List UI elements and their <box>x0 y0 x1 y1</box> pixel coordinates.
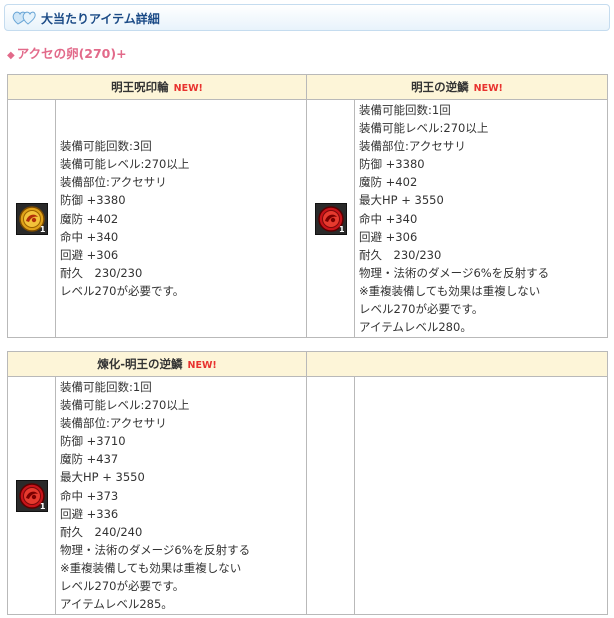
stat-line: 防御 +3710 <box>60 434 126 449</box>
stat-line: 最大HP + 3550 <box>359 193 444 208</box>
stat-line: 回避 +306 <box>359 229 418 244</box>
stat-line: アイテムレベル285。 <box>60 597 173 612</box>
diamond-marker: ◆ <box>7 50 15 61</box>
gold-medallion-icon[interactable]: 1 <box>15 202 48 235</box>
stat-line: 回避 +306 <box>60 247 119 262</box>
stat-line: 命中 +340 <box>60 229 119 244</box>
stat-line: 防御 +3380 <box>359 157 425 172</box>
item-icon-cell: 1 <box>7 375 56 616</box>
stat-line: 魔防 +402 <box>359 175 418 190</box>
stat-line: 回避 +336 <box>60 506 119 521</box>
stat-line: 命中 +373 <box>60 488 119 503</box>
item-stats: 装備可能回数:1回 装備可能レベル:270以上 装備部位:アクセサリ 防御 +3… <box>354 98 609 339</box>
item-stats: 装備可能回数:3回 装備可能レベル:270以上 装備部位:アクセサリ 防御 +3… <box>54 98 308 339</box>
stat-line: 装備可能回数:1回 <box>359 103 451 117</box>
hearts-icon <box>12 11 36 25</box>
item-table-2: 煉化-明王の逆鱗 NEW! 1 装備可能回数:1回 装備可能レベル:270以上 装… <box>6 351 609 616</box>
new-badge: NEW! <box>173 83 203 94</box>
empty-icon-cell <box>306 375 356 616</box>
item-name-header: 煉化-明王の逆鱗 NEW! <box>6 351 308 377</box>
stat-line: 防御 +3380 <box>60 193 126 208</box>
item-name-header: 明王呪印輪 NEW! <box>6 74 308 100</box>
stat-line: 魔防 +402 <box>60 211 119 226</box>
item-stats: 装備可能回数:1回 装備可能レベル:270以上 装備部位:アクセサリ 防御 +3… <box>54 375 308 616</box>
stat-line: アイテムレベル280。 <box>359 320 472 335</box>
stat-line: 耐久 240/240 <box>60 524 143 539</box>
stat-line: 装備可能レベル:270以上 <box>60 398 190 413</box>
stat-line: 物理・法術のダメージ6%を反射する <box>60 542 251 557</box>
stat-line: 装備可能回数:3回 <box>60 139 152 154</box>
item-table-1: 明王呪印輪 NEW! 明王の逆鱗 NEW! 1 装備可能回数:3回 装備可能レベル:… <box>6 74 609 339</box>
section-header: 大当たりアイテム詳細 <box>4 4 610 31</box>
stat-line: 耐久 230/230 <box>60 265 143 280</box>
stat-line: 装備可能回数:1回 <box>60 380 152 394</box>
item-icon-cell: 1 <box>7 98 56 339</box>
item-count: 1 <box>39 501 46 511</box>
stat-line: 命中 +340 <box>359 211 418 226</box>
item-category-title: ◆ アクセの卵(270)+ <box>7 43 127 62</box>
stat-line: 装備部位:アクセサリ <box>60 416 167 431</box>
stat-line: 装備可能レベル:270以上 <box>60 157 190 172</box>
stat-line: レベル270が必要です。 <box>60 579 185 594</box>
red-medallion-icon[interactable]: 1 <box>314 202 347 235</box>
stat-line: レベル270が必要です。 <box>359 302 484 317</box>
new-badge: NEW! <box>187 360 217 371</box>
stat-line: 装備部位:アクセサリ <box>359 139 466 154</box>
item-name: 明王の逆鱗 <box>411 80 469 94</box>
stat-line: 装備部位:アクセサリ <box>60 175 167 190</box>
item-name: 煉化-明王の逆鱗 <box>97 357 183 371</box>
section-title: 大当たりアイテム詳細 <box>41 12 160 26</box>
stat-line: 魔防 +437 <box>60 452 119 467</box>
stat-line: 物理・法術のダメージ6%を反射する <box>359 265 550 280</box>
empty-stats-cell <box>354 375 609 616</box>
empty-name-header <box>306 351 609 377</box>
stat-line: ※重複装備しても効果は重複しない <box>359 283 541 298</box>
item-icon-cell: 1 <box>306 98 356 339</box>
stat-line: 最大HP + 3550 <box>60 470 145 485</box>
stat-line: 耐久 230/230 <box>359 247 442 262</box>
item-name-header: 明王の逆鱗 NEW! <box>306 74 609 100</box>
red-medallion-icon[interactable]: 1 <box>15 479 48 512</box>
item-count: 1 <box>39 224 46 234</box>
stat-line: レベル270が必要です。 <box>60 283 185 298</box>
stat-line: 装備可能レベル:270以上 <box>359 121 489 136</box>
new-badge: NEW! <box>473 83 503 94</box>
item-name: 明王呪印輪 <box>111 80 169 94</box>
item-count: 1 <box>338 224 345 234</box>
stat-line: ※重複装備しても効果は重複しない <box>60 560 242 575</box>
category-name: アクセの卵(270)+ <box>16 46 127 61</box>
